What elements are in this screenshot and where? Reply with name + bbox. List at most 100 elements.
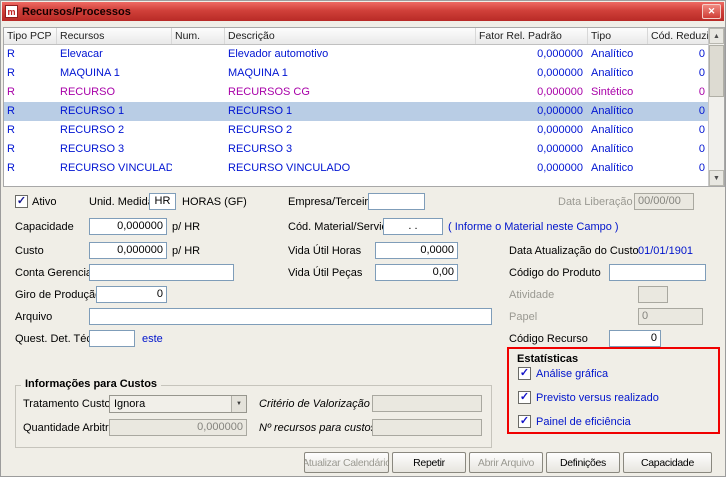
- grid-header: Tipo PCP Recursos Num. Descrição Fator Rel. …: [4, 28, 710, 45]
- cell-tipo-pcp: R: [7, 86, 15, 98]
- definicoes-button[interactable]: Definições: [546, 452, 620, 473]
- empresa-terceiro-label: Empresa/Terceiro: [288, 196, 375, 208]
- giro-producao-input[interactable]: 0: [96, 286, 167, 303]
- previsto-versus-realizado-label: Previsto versus realizado: [536, 392, 659, 404]
- cell-num: [172, 45, 225, 64]
- painel-de-eficiencia-label: Painel de eficiência: [536, 416, 631, 428]
- criterio-valorizacao-input: [372, 395, 482, 412]
- column-header-tipo-pcp[interactable]: Tipo PCP: [4, 28, 57, 44]
- cell-descricao: MAQUINA 1: [228, 67, 288, 79]
- papel-label: Papel: [509, 311, 538, 323]
- cell-num: [172, 83, 225, 102]
- atualizar-calendario-button: Atualizar Calendário: [304, 452, 389, 473]
- cell-recursos: RECURSO: [60, 86, 116, 98]
- cod-material-label: Cód. Material/Serviço: [288, 221, 394, 233]
- cell-fator-rel-padrao: 0,000000: [537, 105, 583, 117]
- cell-recursos: RECURSO VINCULADO: [60, 162, 172, 174]
- tratamento-custos-value: Ignora: [114, 398, 146, 410]
- vida-util-horas-input[interactable]: 0,0000: [375, 242, 458, 259]
- recursos-processos-window: m Recursos/Processos ✕ Tipo PCP Recursos N…: [0, 0, 726, 477]
- codigo-produto-input[interactable]: [609, 264, 706, 281]
- quest-det-tec-link[interactable]: este: [142, 333, 163, 346]
- column-header-recursos[interactable]: Recursos: [57, 28, 172, 44]
- cell-cod-reduzido: 0: [698, 124, 705, 136]
- cod-material-input[interactable]: . .: [383, 218, 443, 235]
- cell-tipo: Analítico: [591, 67, 634, 79]
- codigo-recurso-label: Código Recurso: [509, 333, 588, 345]
- painel-de-eficiencia-checkbox[interactable]: ✓: [518, 415, 531, 428]
- column-header-fator-rel-padrao[interactable]: Fator Rel. Padrão: [476, 28, 588, 44]
- cell-fator-rel-padrao: 0,000000: [537, 86, 583, 98]
- cod-material-hint: ( Informe o Material neste Campo ): [448, 221, 619, 233]
- cell-cod-reduzido: 0: [698, 67, 705, 79]
- unid-medida-input[interactable]: HR: [149, 193, 176, 210]
- cell-recursos: RECURSO 1: [60, 105, 125, 117]
- conta-gerencial-input[interactable]: [89, 264, 234, 281]
- cell-recursos: RECURSO 3: [60, 143, 125, 155]
- vida-util-horas-label: Vida Útil Horas: [288, 245, 362, 257]
- scroll-down-icon: ▼: [713, 174, 720, 182]
- cell-num: [172, 140, 225, 159]
- capacidade-input[interactable]: 0,000000: [89, 218, 167, 235]
- cell-num: [172, 64, 225, 83]
- arquivo-input[interactable]: [89, 308, 492, 325]
- ativo-label: Ativo: [32, 196, 57, 208]
- giro-producao-label: Giro de Produção: [15, 289, 102, 301]
- cell-num: [172, 159, 225, 178]
- cell-tipo: Analítico: [591, 48, 634, 60]
- table-row[interactable]: R RECURSO 1 RECURSO 1 0,000000 Analítico 0: [4, 102, 708, 121]
- column-header-descricao[interactable]: Descrição: [225, 28, 476, 44]
- conta-gerencial-label: Conta Gerencial: [15, 267, 95, 279]
- column-header-cod-reduzido[interactable]: Cód. Reduzido: [648, 28, 710, 44]
- cell-recursos: Elevacar: [60, 48, 103, 60]
- table-row[interactable]: R MAQUINA 1 MAQUINA 1 0,000000 Analítico 0: [4, 64, 708, 83]
- custos-group-title: Informações para Custos: [21, 378, 162, 390]
- capacidade-label: Capacidade: [15, 221, 74, 233]
- quest-det-tec-input[interactable]: [89, 330, 135, 347]
- tratamento-custos-select[interactable]: Ignora ▼: [109, 395, 247, 413]
- quest-det-tec-label: Quest. Det. Téc.: [15, 333, 95, 345]
- repetir-button[interactable]: Repetir: [392, 452, 466, 473]
- table-row[interactable]: R RECURSO VINCULADO RECURSO VINCULADO 0,000…: [4, 159, 708, 178]
- cell-cod-reduzido: 0: [698, 162, 705, 174]
- table-row[interactable]: R RECURSO 3 RECURSO 3 0,000000 Analítico 0: [4, 140, 708, 159]
- column-header-num[interactable]: Num.: [172, 28, 225, 44]
- analise-grafica-checkbox[interactable]: ✓: [518, 367, 531, 380]
- cell-cod-reduzido: 0: [698, 105, 705, 117]
- scroll-down-button[interactable]: ▼: [709, 170, 724, 186]
- table-row[interactable]: R RECURSO RECURSOS CG 0,000000 Sintético 0: [4, 83, 708, 102]
- column-header-tipo[interactable]: Tipo: [588, 28, 648, 44]
- vida-util-pecas-input[interactable]: 0,00: [375, 264, 458, 281]
- data-atualizacao-label: Data Atualização do Custo: [509, 245, 639, 257]
- ativo-checkbox[interactable]: ✓: [15, 195, 28, 208]
- cell-recursos: MAQUINA 1: [60, 67, 120, 79]
- titlebar[interactable]: m Recursos/Processos ✕: [2, 2, 724, 21]
- window-title: Recursos/Processos: [22, 5, 131, 18]
- unid-medida-desc: HORAS (GF): [182, 196, 247, 208]
- cell-tipo-pcp: R: [7, 67, 15, 79]
- empresa-terceiro-input[interactable]: [368, 193, 425, 210]
- check-icon: ✓: [519, 414, 530, 427]
- chevron-down-icon: ▼: [231, 396, 246, 412]
- data-atualizacao-value: 01/01/1901: [638, 245, 694, 257]
- cell-descricao: RECURSO VINCULADO: [228, 162, 351, 174]
- table-row[interactable]: R RECURSO 2 RECURSO 2 0,000000 Analítico 0: [4, 121, 708, 140]
- data-liberacao-input: 00/00/00: [634, 193, 694, 210]
- grid-vertical-scrollbar[interactable]: ▲ ▼: [708, 28, 724, 186]
- scroll-up-button[interactable]: ▲: [709, 28, 724, 44]
- scroll-thumb[interactable]: [709, 45, 724, 97]
- close-icon: ✕: [707, 6, 716, 16]
- capacidade-button[interactable]: Capacidade: [623, 452, 712, 473]
- custo-input[interactable]: 0,000000: [89, 242, 167, 259]
- previsto-versus-realizado-checkbox[interactable]: ✓: [518, 391, 531, 404]
- check-icon: ✓: [16, 194, 27, 207]
- table-row[interactable]: R Elevacar Elevador automotivo 0,000000 Anal…: [4, 45, 708, 64]
- close-button[interactable]: ✕: [702, 4, 721, 19]
- cell-fator-rel-padrao: 0,000000: [537, 67, 583, 79]
- criterio-valorizacao-label: Critério de Valorização: [259, 398, 370, 410]
- cell-descricao: RECURSO 2: [228, 124, 293, 136]
- unid-medida-label: Unid. Medida: [89, 196, 154, 208]
- vida-util-pecas-label: Vida Útil Peças: [288, 267, 363, 279]
- codigo-recurso-input[interactable]: 0: [609, 330, 661, 347]
- estatisticas-title: Estatísticas: [517, 353, 579, 365]
